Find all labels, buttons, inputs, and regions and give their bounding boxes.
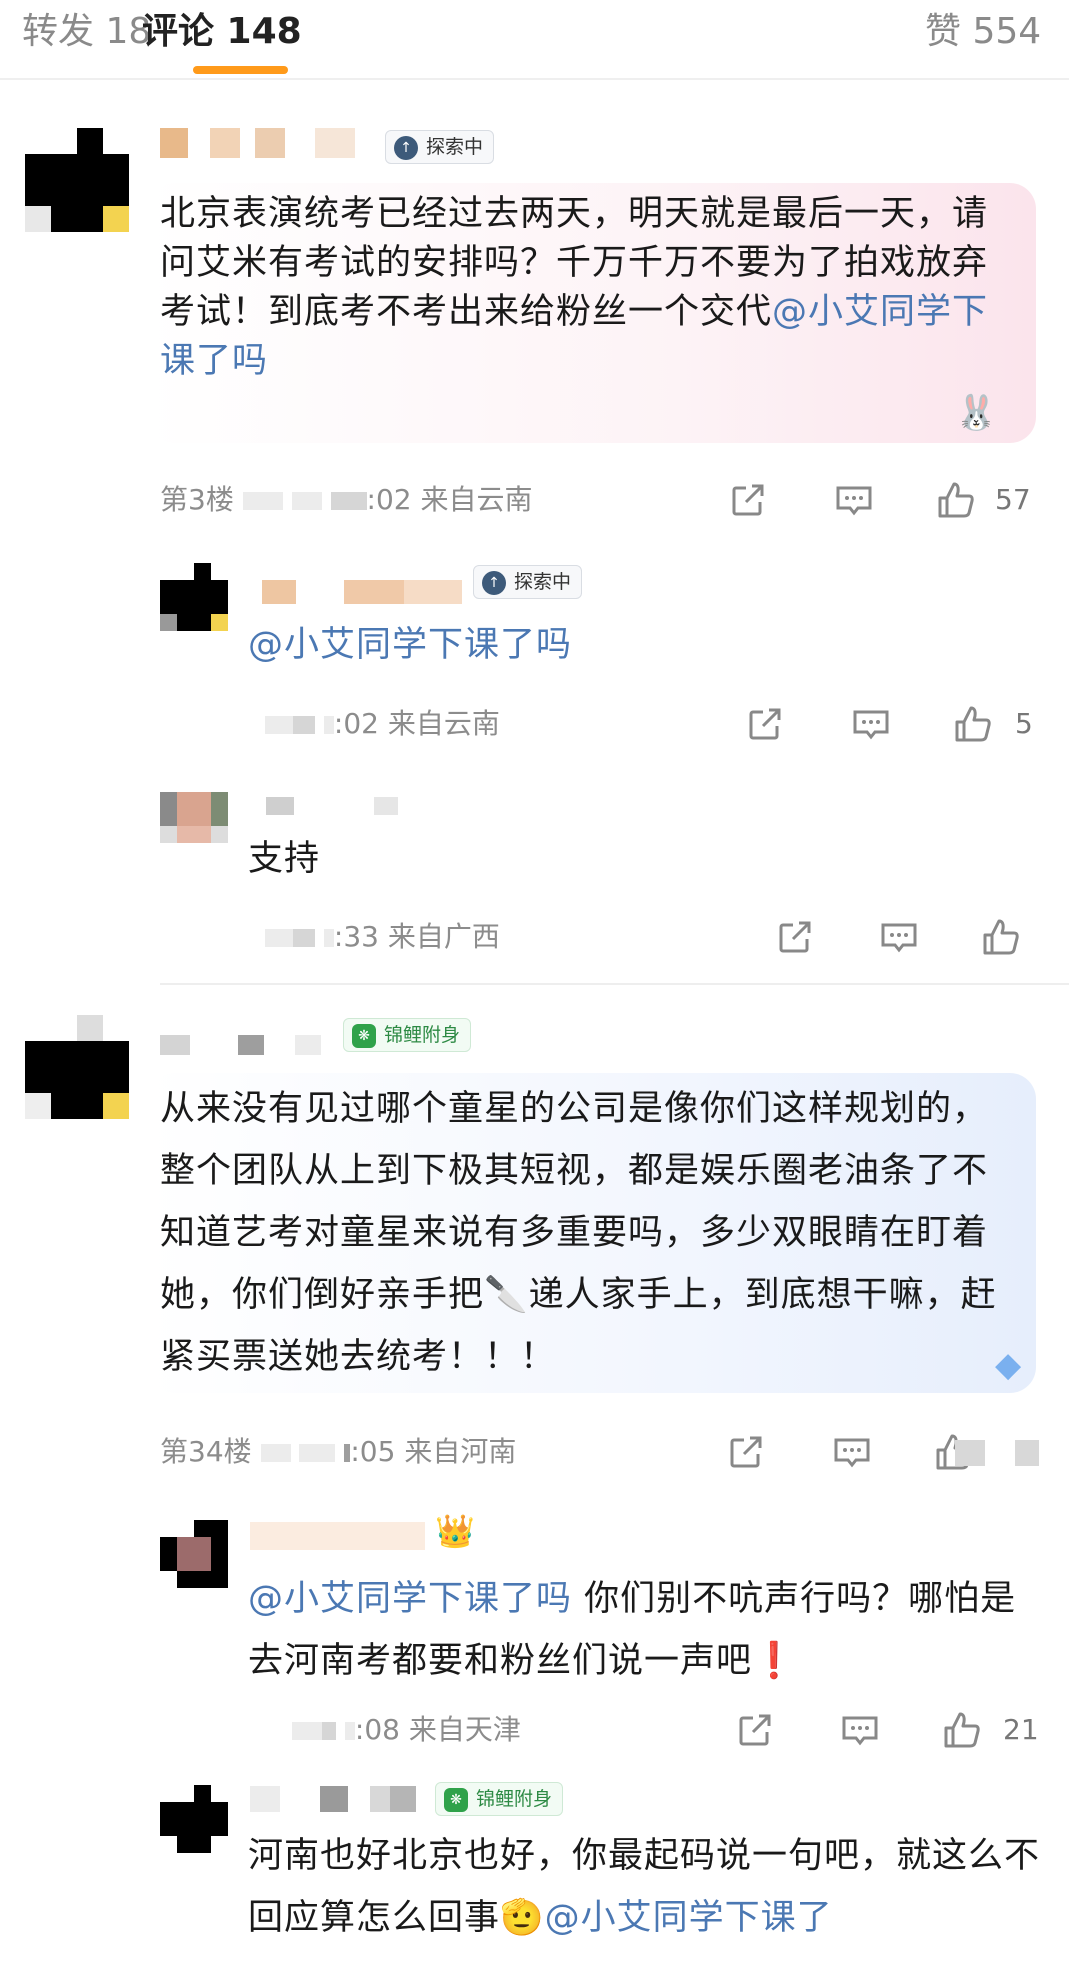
like-icon[interactable] [953,704,993,744]
active-tab-indicator [193,66,288,74]
avatar[interactable] [160,775,228,843]
avatar[interactable] [160,1520,228,1588]
reply-text: @小艾同学下课了吗 你们别不吭声行吗？哪怕是去河南考都要和粉丝们说一声吧❗ [248,1579,1017,1681]
like-count-blurred [955,1440,1045,1466]
comment-tabs: 转发 18 评论 148 赞 554 [0,0,1069,80]
explore-badge-icon: ↑ [394,136,418,160]
comment-icon[interactable] [834,480,874,520]
koi-badge[interactable]: ❋ 锦鲤附身 [343,1018,472,1052]
like-icon[interactable] [942,1710,982,1750]
user-mention[interactable]: @小艾同学下课了 [545,1898,833,1938]
bubble-decoration: ◆ [995,1345,1022,1385]
reply-text: 河南也好北京也好，你最起码说一句吧，就这么不回应算怎么回事🫡@小艾同学下课了 [248,1836,1041,1938]
share-icon[interactable] [726,1432,766,1472]
avatar[interactable] [25,128,129,232]
user-mention[interactable]: @小艾同学下课了吗 [248,625,572,665]
koi-badge-icon: ❋ [444,1788,468,1812]
like-count: 5 [1015,707,1033,740]
comment-text: 北京表演统考已经过去两天，明天就是最后一天，请问艾米有考试的安排吗？千万千万不要… [160,194,989,381]
reply-text: 支持 [248,839,321,879]
share-icon[interactable] [728,480,768,520]
explore-badge[interactable]: ↑ 探索中 [385,130,495,164]
share-icon[interactable] [775,917,815,957]
username-blurred[interactable] [250,1522,425,1550]
bubble-decoration: 🐰 [955,393,998,433]
username-blurred[interactable] [266,797,426,815]
reply-meta: :08 来自天津 [292,1710,521,1750]
username-blurred[interactable] [250,1786,420,1812]
comment-icon[interactable] [851,704,891,744]
share-icon[interactable] [745,704,785,744]
comment-icon[interactable] [832,1432,872,1472]
koi-badge-icon: ❋ [352,1024,376,1048]
comment-meta: 第34楼 :05 来自河南 [160,1435,517,1468]
tab-comments[interactable]: 评论 148 [142,2,302,54]
tab-repost[interactable]: 转发 18 [22,2,151,54]
koi-badge[interactable]: ❋ 锦鲤附身 [435,1782,564,1816]
avatar[interactable] [160,563,228,631]
tab-likes[interactable]: 赞 554 [925,2,1041,54]
comment-text: 从来没有见过哪个童星的公司是像你们这样规划的，整个团队从上到下极其短视，都是娱乐… [160,1089,997,1377]
like-count: 57 [995,483,1031,516]
username-blurred[interactable] [160,128,380,158]
explore-badge[interactable]: ↑ 探索中 [473,565,583,599]
avatar[interactable] [25,1015,129,1119]
user-mention[interactable]: @小艾同学下课了吗 [248,1579,572,1619]
explore-badge-icon: ↑ [482,571,506,595]
reply-text: @小艾同学下课了吗 [248,621,572,670]
comment-icon[interactable] [840,1710,880,1750]
comment-divider [160,983,1069,985]
comment-icon[interactable] [879,917,919,957]
username-blurred[interactable] [160,1035,330,1055]
like-icon[interactable] [936,480,976,520]
share-icon[interactable] [735,1710,775,1750]
comment-meta: 第3楼 :02 来自云南 [160,483,533,516]
like-icon[interactable] [981,917,1021,957]
reply-meta: :33 来自广西 [265,917,500,957]
avatar[interactable] [160,1785,228,1853]
crown-icon: 👑 [435,1512,475,1550]
like-count: 21 [1003,1713,1039,1746]
username-blurred[interactable] [252,580,462,604]
reply-meta: :02 来自云南 [265,704,500,744]
